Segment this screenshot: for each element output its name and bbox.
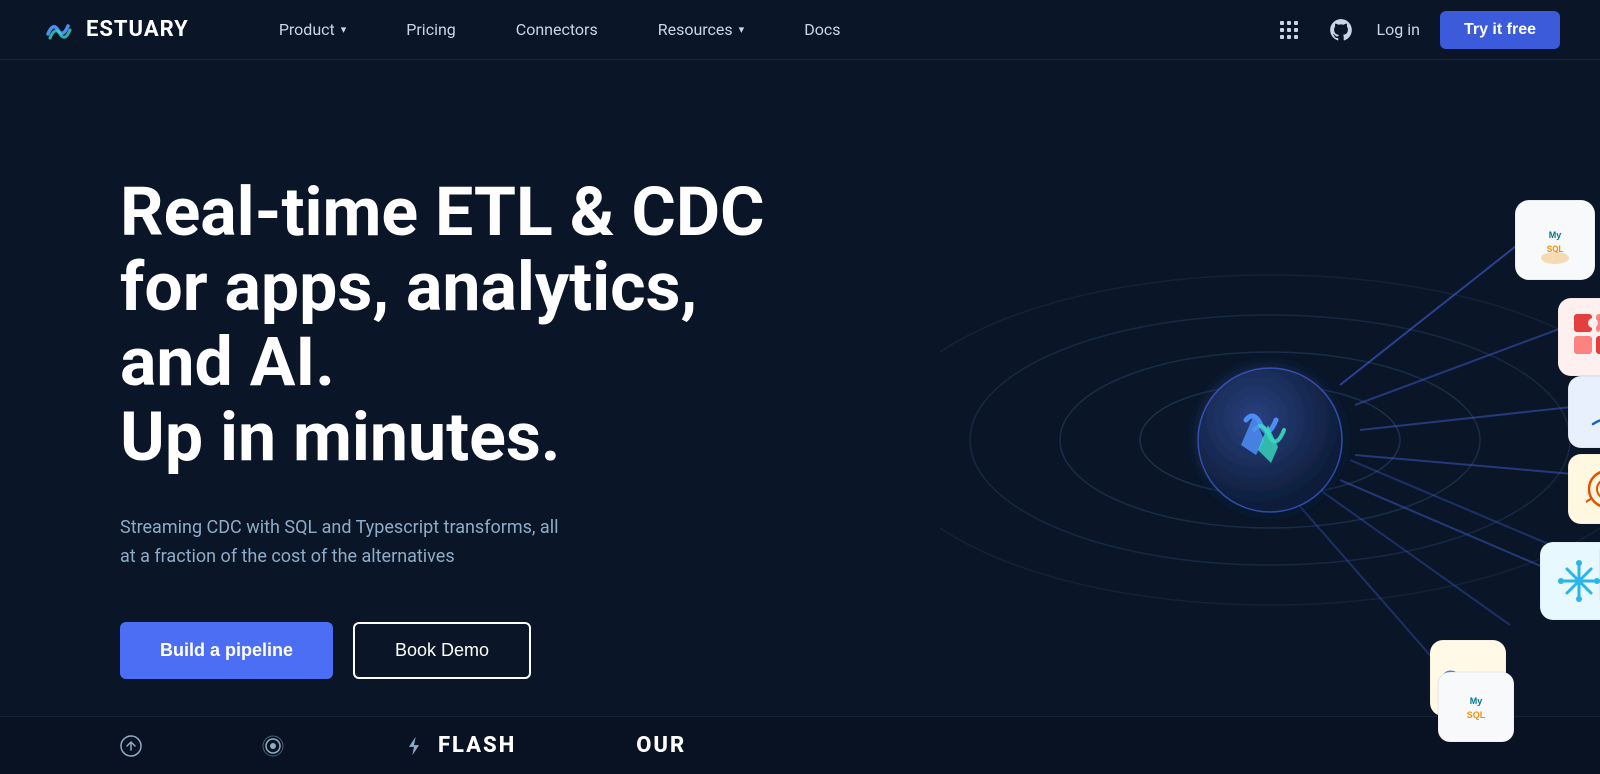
nav-docs[interactable]: Docs [774, 0, 870, 60]
navbar: ESTUARY Product ▾ Pricing Connectors Res… [0, 0, 1600, 60]
bottom-bar-item-flash: FLASH [404, 733, 516, 758]
hero-subtitle: Streaming CDC with SQL and Typescript tr… [120, 514, 560, 572]
bottom-bar-item-1 [120, 735, 142, 757]
book-demo-button[interactable]: Book Demo [353, 622, 531, 679]
hero-title: Real-time ETL & CDC for apps, analytics,… [120, 175, 800, 474]
logo-text: ESTUARY [86, 17, 189, 42]
nav-links: Product ▾ Pricing Connectors Resources ▾… [249, 0, 1273, 60]
build-pipeline-button[interactable]: Build a pipeline [120, 622, 333, 679]
hero-section: Real-time ETL & CDC for apps, analytics,… [0, 60, 1600, 774]
signal-icon [262, 735, 284, 757]
bottom-bar-item-our: OUR [636, 733, 686, 758]
github-icon [1328, 17, 1354, 43]
svg-text:My: My [1470, 696, 1483, 706]
nav-pricing[interactable]: Pricing [376, 0, 486, 60]
flash-icon [404, 735, 424, 757]
product-dropdown-icon: ▾ [341, 23, 347, 36]
bottom-bar-item-2 [262, 735, 284, 757]
our-label: OUR [636, 733, 686, 758]
try-free-button[interactable]: Try it free [1440, 11, 1560, 49]
nav-connectors[interactable]: Connectors [486, 0, 628, 60]
nav-product[interactable]: Product ▾ [249, 0, 376, 60]
resources-dropdown-icon: ▾ [739, 23, 745, 36]
github-icon-button[interactable] [1325, 14, 1357, 46]
logo-icon [40, 12, 76, 48]
nav-right: Log in Try it free [1273, 11, 1560, 49]
logo-link[interactable]: ESTUARY [40, 12, 189, 48]
flash-label: FLASH [438, 733, 516, 758]
login-link[interactable]: Log in [1377, 20, 1420, 39]
svg-text:SQL: SQL [1467, 710, 1486, 720]
arrow-up-icon [120, 735, 142, 757]
connector-diagram: My SQL SF [940, 80, 1600, 760]
slack-icon-button[interactable] [1273, 14, 1305, 46]
svg-text:My: My [1549, 230, 1562, 240]
slack-icon [1277, 18, 1301, 42]
hero-buttons: Build a pipeline Book Demo [120, 622, 800, 679]
nav-resources[interactable]: Resources ▾ [628, 0, 774, 60]
hero-content: Real-time ETL & CDC for apps, analytics,… [120, 175, 800, 679]
hero-visual: My SQL SF [940, 80, 1600, 760]
